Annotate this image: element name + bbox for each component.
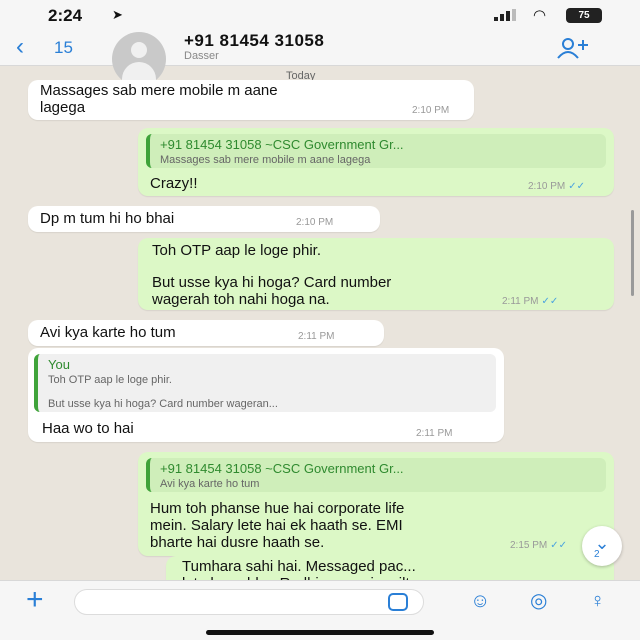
battery-icon: 75 [566,8,602,23]
status-bar: 2:24 ➤ ◠ 75 [0,0,640,30]
chat-header: ‹ 15 +91 81454 31058 Dasser [0,30,640,86]
message-incoming[interactable]: Avi kya karte ho tum 2:11 PM [28,320,384,346]
message-time: 2:11 PM ✓✓ [502,296,558,307]
quoted-message[interactable]: You Toh OTP aap le loge phir. But usse k… [34,354,496,412]
back-chevron-icon[interactable]: ‹ [16,34,24,60]
add-participant-icon[interactable] [556,36,590,60]
message-outgoing[interactable]: +91 81454 31058 ~CSC Government Gr... Ma… [138,128,614,196]
quote-text: Avi kya karte ho tum [160,478,260,490]
message-text: mein. Salary lete hai ek haath se. EMI [150,517,403,534]
plus-icon[interactable]: + [26,583,44,617]
contact-name[interactable]: +91 81454 31058 [184,31,324,51]
unread-count[interactable]: 15 [54,38,73,58]
scroll-indicator[interactable] [631,210,634,296]
quote-text: Massages sab mere mobile m aane lagega [160,154,371,166]
message-time: 2:11 PM [298,331,335,342]
message-text: Hum toh phanse hue hai corporate life [150,500,405,517]
message-text: But usse kya hi hoga? Card number [152,274,392,291]
message-text: bharte hai dusre haath se. [150,534,325,551]
quoted-message[interactable]: +91 81454 31058 ~CSC Government Gr... Av… [146,458,606,492]
message-input[interactable] [74,589,424,615]
sticker-icon[interactable] [388,593,408,611]
time-value: 2:10 PM [528,181,566,192]
quote-author: +91 81454 31058 ~CSC Government Gr... [160,137,404,152]
quote-text: Toh OTP aap le loge phir. [48,374,172,386]
message-text: wagerah toh nahi hoga na. [152,291,330,308]
signal-icon [494,9,516,21]
message-time: 2:10 PM [412,105,450,116]
wifi-icon: ◠ [533,7,547,24]
message-time: 2:10 PM [296,217,334,228]
message-text: Dp m tum hi ho bhai [40,210,175,227]
unread-badge: 2 [594,549,600,560]
message-incoming[interactable]: Dp m tum hi ho bhai 2:10 PM [28,206,380,232]
message-text: Haa wo to hai [42,420,134,437]
avatar-icon [131,42,147,58]
message-time: 2:10 PM ✓✓ [528,181,585,192]
quote-text: But usse kya hi hoga? Card number wagera… [48,398,278,410]
quote-author: +91 81454 31058 ~CSC Government Gr... [160,461,404,476]
message-outgoing[interactable]: +91 81454 31058 ~CSC Government Gr... Av… [138,452,614,556]
quoted-message[interactable]: +91 81454 31058 ~CSC Government Gr... Ma… [146,134,606,168]
home-indicator[interactable] [206,630,434,635]
message-text: Massages sab mere mobile m aane [40,82,278,99]
message-text: Toh OTP aap le loge phir. [152,242,321,259]
message-text: lagega [40,99,86,116]
location-icon: ➤ [112,7,123,22]
camera-icon[interactable]: ◎ [530,590,547,612]
read-ticks-icon: ✓✓ [550,540,568,551]
scroll-down-button[interactable]: ⌄ [582,526,622,566]
contact-subtitle: Dasser [184,50,219,62]
clock: 2:24 [48,6,83,25]
microphone-icon[interactable]: ♀ [590,590,605,612]
message-incoming[interactable]: You Toh OTP aap le loge phir. But usse k… [28,348,504,442]
read-ticks-icon: ✓✓ [541,296,559,307]
message-text: Avi kya karte ho tum [40,324,176,341]
quote-author: You [48,357,70,372]
read-ticks-icon: ✓✓ [568,181,586,192]
time-value: 2:15 PM [510,540,548,551]
avatar[interactable] [112,32,166,86]
message-outgoing[interactable]: Toh OTP aap le loge phir. But usse kya h… [138,238,614,310]
message-time: 2:15 PM ✓✓ [510,540,567,551]
time-value: 2:11 PM [502,296,539,307]
message-time: 2:11 PM [416,428,453,439]
emoji-icon[interactable]: ☺ [470,590,490,612]
message-text: Tumhara sahi hai. Messaged pac... [182,558,416,575]
message-text: Crazy!! [150,175,198,192]
message-incoming[interactable]: Massages sab mere mobile m aane lagega 2… [28,80,474,120]
